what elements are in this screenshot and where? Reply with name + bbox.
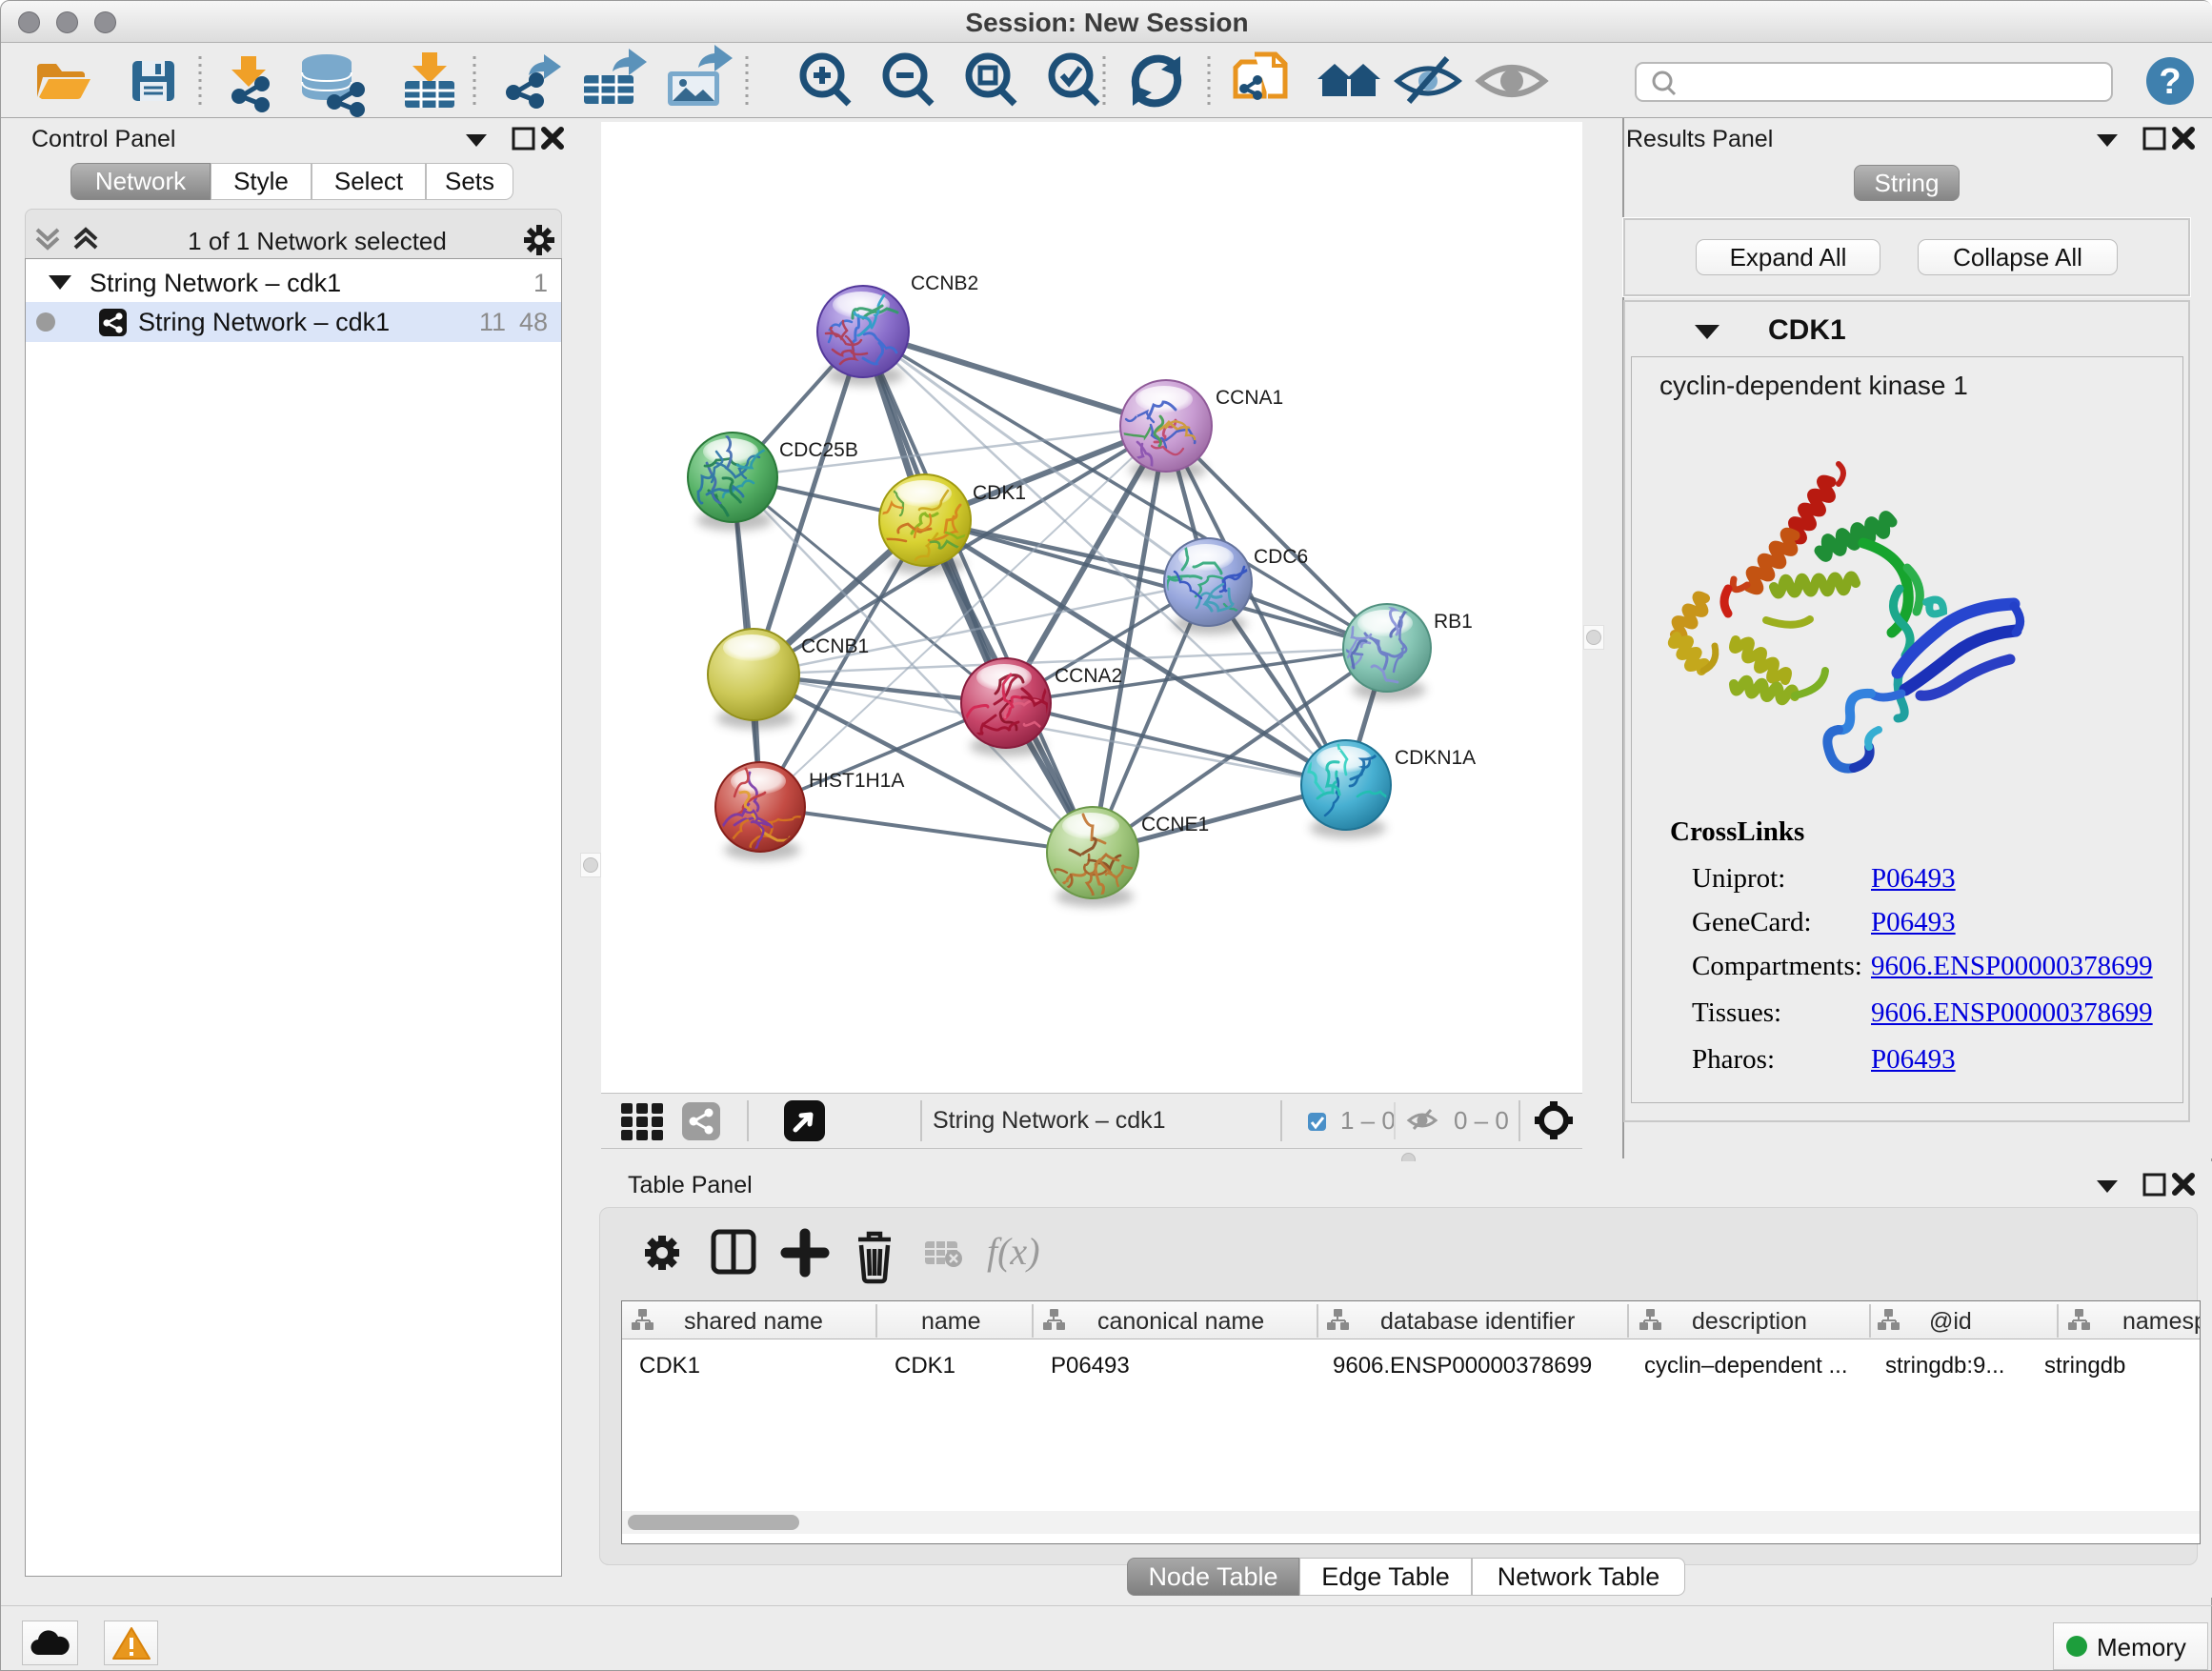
- svg-text:namespace: namespace: [2122, 1308, 2200, 1335]
- svg-text:CCNA2: CCNA2: [1055, 665, 1122, 687]
- svg-text:CDC25B: CDC25B: [779, 439, 858, 461]
- svg-text:String Network – cdk1: String Network – cdk1: [933, 1107, 1166, 1134]
- svg-text:CCNE1: CCNE1: [1141, 814, 1209, 836]
- svg-text:1 – 0: 1 – 0: [1340, 1106, 1396, 1135]
- svg-text:CDKN1A: CDKN1A: [1395, 747, 1476, 769]
- svg-text:CCNA1: CCNA1: [1216, 387, 1283, 409]
- svg-text:0 – 0: 0 – 0: [1454, 1106, 1509, 1135]
- svg-text:database identifier: database identifier: [1380, 1308, 1575, 1335]
- svg-text:canonical name: canonical name: [1097, 1308, 1264, 1335]
- svg-text:CDC6: CDC6: [1254, 546, 1308, 568]
- svg-text:name: name: [921, 1308, 981, 1335]
- svg-text:HIST1H1A: HIST1H1A: [809, 770, 904, 792]
- svg-text:shared name: shared name: [684, 1308, 823, 1335]
- svg-text:RB1: RB1: [1434, 611, 1473, 633]
- svg-text:f(x): f(x): [987, 1230, 1040, 1273]
- svg-text:description: description: [1692, 1308, 1807, 1335]
- svg-text:?: ?: [2159, 62, 2181, 102]
- svg-text:@id: @id: [1929, 1308, 1972, 1335]
- svg-text:CCNB1: CCNB1: [801, 635, 869, 657]
- svg-text:CDK1: CDK1: [973, 482, 1026, 504]
- svg-text:CCNB2: CCNB2: [911, 272, 978, 294]
